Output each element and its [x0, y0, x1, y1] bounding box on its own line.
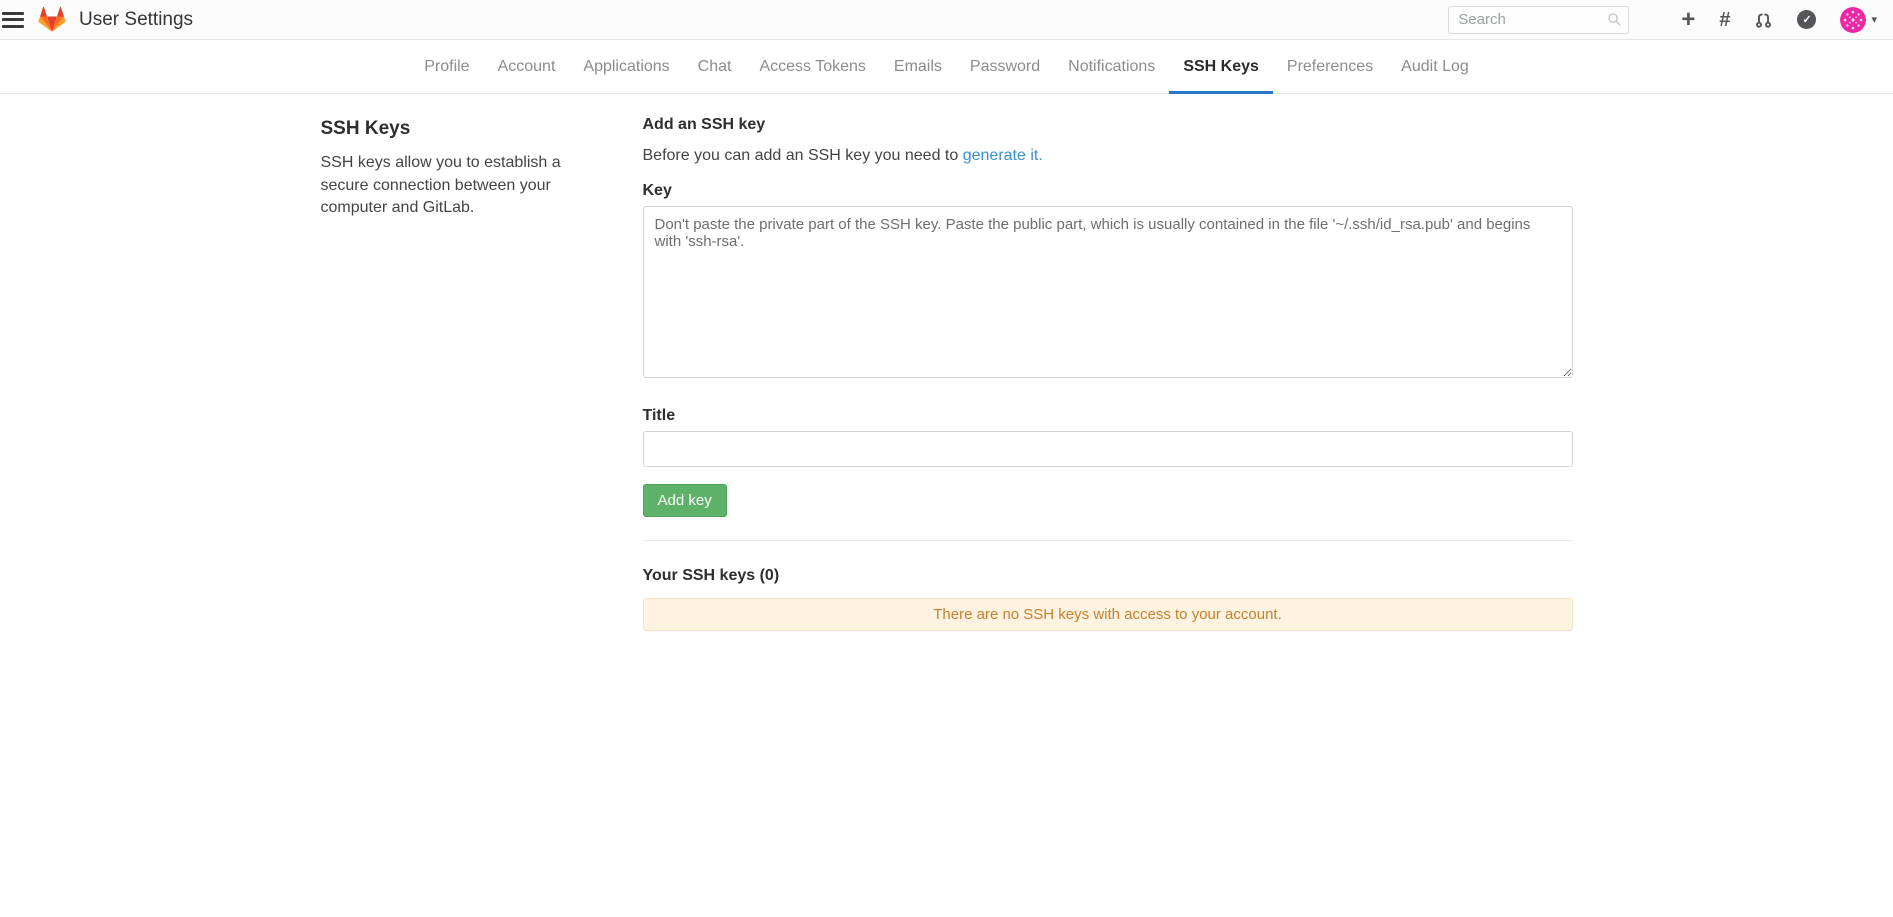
tab-ssh-keys[interactable]: SSH Keys — [1169, 40, 1273, 94]
search-icon — [1607, 12, 1622, 27]
add-ssh-key-heading: Add an SSH key — [643, 116, 1573, 134]
tab-access-tokens[interactable]: Access Tokens — [745, 40, 879, 94]
settings-tabbar: Profile Account Applications Chat Access… — [0, 40, 1893, 94]
page-title: User Settings — [79, 9, 193, 31]
section-divider — [643, 540, 1573, 541]
key-label: Key — [643, 182, 1573, 200]
your-ssh-keys-heading: Your SSH keys (0) — [643, 567, 1573, 585]
title-label: Title — [643, 407, 1573, 425]
user-menu[interactable]: ▾ — [1840, 7, 1877, 33]
section-heading: SSH Keys — [321, 118, 597, 140]
tab-emails[interactable]: Emails — [880, 40, 956, 94]
title-input[interactable] — [643, 431, 1573, 467]
tab-notifications[interactable]: Notifications — [1054, 40, 1169, 94]
generate-it-link[interactable]: generate it. — [963, 147, 1043, 164]
tab-preferences[interactable]: Preferences — [1273, 40, 1387, 94]
tab-chat[interactable]: Chat — [684, 40, 746, 94]
issues-hash-icon[interactable]: # — [1719, 10, 1730, 30]
tab-password[interactable]: Password — [956, 40, 1054, 94]
user-avatar[interactable] — [1840, 7, 1866, 33]
todos-check-circle-icon[interactable]: ✓ — [1797, 10, 1816, 29]
empty-keys-banner: There are no SSH keys with access to you… — [643, 598, 1573, 631]
generate-key-hint-text: Before you can add an SSH key you need t… — [643, 147, 963, 164]
tab-account[interactable]: Account — [484, 40, 570, 94]
chevron-down-icon: ▾ — [1871, 13, 1877, 26]
new-item-plus-icon[interactable]: + — [1681, 8, 1695, 32]
tab-profile[interactable]: Profile — [410, 40, 483, 94]
section-description: SSH keys allow you to establish a secure… — [321, 152, 597, 220]
ssh-key-form-column: Add an SSH key Before you can add an SSH… — [643, 114, 1573, 631]
add-key-button[interactable]: Add key — [643, 484, 727, 517]
hamburger-menu-icon[interactable] — [2, 12, 24, 28]
tab-audit-log[interactable]: Audit Log — [1387, 40, 1483, 94]
generate-key-hint: Before you can add an SSH key you need t… — [643, 147, 1573, 165]
gitlab-logo-icon[interactable] — [38, 6, 66, 33]
tab-applications[interactable]: Applications — [569, 40, 683, 94]
search-input[interactable] — [1448, 6, 1629, 34]
top-navbar: User Settings + # ✓ — [0, 0, 1893, 40]
key-textarea[interactable] — [643, 206, 1573, 378]
section-description-column: SSH Keys SSH keys allow you to establish… — [321, 114, 643, 631]
ssh-keys-page: SSH Keys SSH keys allow you to establish… — [321, 94, 1573, 631]
merge-requests-icon[interactable] — [1754, 10, 1773, 29]
